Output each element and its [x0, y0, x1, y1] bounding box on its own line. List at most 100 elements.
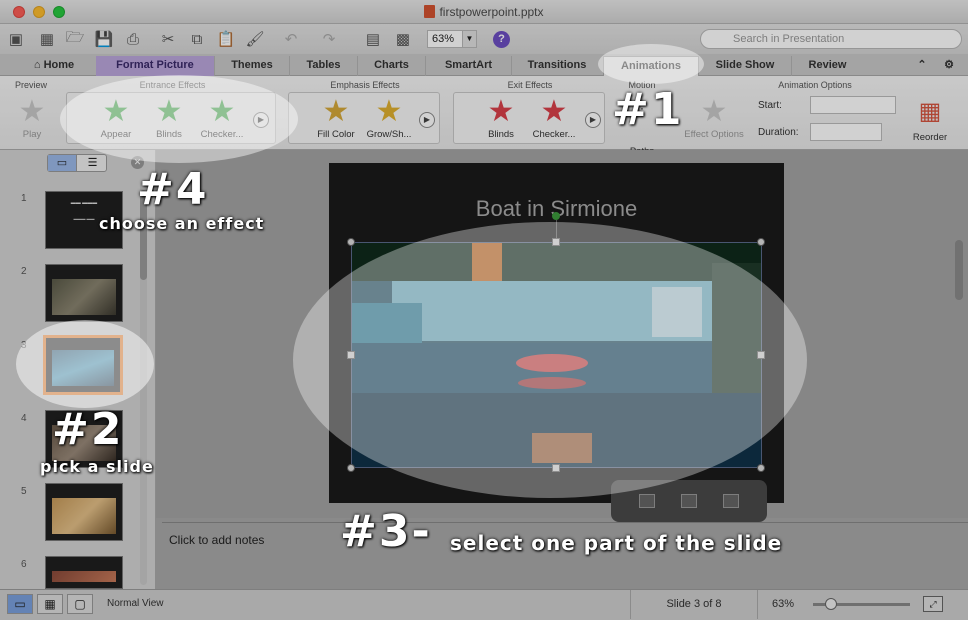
- tab-transitions[interactable]: Transitions: [511, 56, 602, 76]
- normal-view-icon[interactable]: ▭: [7, 594, 33, 614]
- entrance-group-label: Entrance Effects: [139, 80, 206, 90]
- redo-icon[interactable]: ↷: [318, 28, 340, 50]
- tab-format-picture[interactable]: Format Picture: [96, 56, 214, 76]
- notes-pane[interactable]: [162, 522, 968, 589]
- emphasis-group-label: Emphasis Effects: [330, 80, 400, 90]
- format-painter-icon[interactable]: 🖌: [244, 28, 266, 50]
- outline-view-icon[interactable]: ☰: [78, 155, 107, 171]
- slide-thumbnail-6[interactable]: [45, 556, 123, 589]
- checker-star-icon: ★: [208, 95, 236, 128]
- slide-show-icon[interactable]: ▢: [67, 594, 93, 614]
- resize-handle-w[interactable]: [347, 351, 355, 359]
- view-label: Normal View: [107, 598, 164, 609]
- reorder-icon: ▦: [918, 98, 942, 125]
- status-bar: ▭ ▦ ▢ Normal View Slide 3 of 8 63% ⤢: [0, 589, 968, 620]
- boat-photo-image: [352, 243, 761, 467]
- reorder-label: Reorder: [912, 132, 948, 143]
- open-icon[interactable]: 🗁: [64, 28, 86, 50]
- layout-icon[interactable]: ▦: [36, 28, 58, 50]
- paths-icon: ⁝: [639, 104, 645, 120]
- slide-number: 3: [21, 340, 27, 351]
- start-select[interactable]: [810, 96, 896, 114]
- paste-icon[interactable]: 📋: [215, 28, 237, 50]
- effect-grow-shrink[interactable]: ★ Grow/Sh...: [361, 96, 417, 141]
- search-input[interactable]: Search in Presentation: [700, 29, 962, 49]
- boat-photo[interactable]: [351, 242, 762, 468]
- resize-handle-nw[interactable]: [347, 238, 355, 246]
- arrange-icon[interactable]: [723, 494, 739, 508]
- slide-sorter-icon[interactable]: ▦: [37, 594, 63, 614]
- media-browser-icon[interactable]: ▤: [362, 28, 384, 50]
- effect-options-button[interactable]: ★ Effect Options: [678, 95, 750, 141]
- entrance-more-icon[interactable]: ▶: [253, 112, 269, 128]
- resize-handle-e[interactable]: [757, 351, 765, 359]
- slides-pane-scroll-thumb[interactable]: [140, 190, 147, 280]
- blinds-exit-star-icon: ★: [487, 95, 515, 128]
- animations-ribbon: Preview ★ Play Entrance Effects ★ Appear…: [0, 76, 968, 157]
- resize-handle-sw[interactable]: [347, 464, 355, 472]
- save-icon[interactable]: 💾: [93, 28, 115, 50]
- resize-handle-n[interactable]: [552, 238, 560, 246]
- slide-thumbnail-5[interactable]: [45, 483, 123, 541]
- slide-number: 6: [21, 559, 27, 570]
- tab-charts[interactable]: Charts: [357, 56, 425, 76]
- rotation-handle[interactable]: [552, 212, 560, 220]
- effect-fill-color[interactable]: ★ Fill Color: [308, 96, 364, 141]
- editor-scroll-thumb[interactable]: [955, 240, 963, 300]
- effect-blinds-exit[interactable]: ★ Blinds: [473, 95, 529, 141]
- slide-number: 1: [21, 193, 27, 204]
- tab-themes[interactable]: Themes: [214, 56, 289, 76]
- effect-appear[interactable]: ★ Appear: [88, 96, 144, 141]
- pptx-file-icon: [424, 5, 436, 18]
- tab-tables[interactable]: Tables: [289, 56, 357, 76]
- effect-checkerboard-entrance[interactable]: ★ Checker...: [194, 95, 250, 141]
- slides-view-icon[interactable]: ▭: [48, 155, 77, 171]
- exit-more-icon[interactable]: ▶: [585, 112, 601, 128]
- new-slide-icon[interactable]: ▣: [5, 28, 27, 50]
- resize-handle-se[interactable]: [757, 464, 765, 472]
- notes-placeholder[interactable]: Click to add notes: [169, 533, 264, 547]
- copy-icon[interactable]: ⧉: [186, 28, 208, 50]
- effect-blinds-exit-label: Blinds: [488, 129, 514, 140]
- slide-number: 4: [21, 413, 27, 424]
- zoom-dropdown-icon[interactable]: ▼: [462, 30, 477, 48]
- standard-toolbar: ▣ ▦ 🗁 💾 ⎙ ✂ ⧉ 📋 🖌 ↶ ↷ ▤ ▩ 63% ▼ ? ⚲ Sear…: [0, 24, 968, 54]
- slide-thumbnail-3[interactable]: [43, 335, 123, 395]
- slide-thumbnail-2[interactable]: [45, 264, 123, 322]
- resize-handle-ne[interactable]: [757, 238, 765, 246]
- effect-checkerboard-exit[interactable]: ★ Checker...: [526, 96, 582, 141]
- help-icon[interactable]: ?: [493, 31, 510, 48]
- duration-field[interactable]: [810, 123, 882, 141]
- emphasis-more-icon[interactable]: ▶: [419, 112, 435, 128]
- tab-smartart[interactable]: SmartArt: [425, 56, 511, 76]
- slide-thumbnail-4[interactable]: [45, 410, 123, 468]
- thumb-photo: [52, 279, 116, 315]
- thumb-photo: [52, 571, 116, 582]
- reorder-button[interactable]: ▦ Reorder: [902, 96, 958, 143]
- motion-paths-button[interactable]: ⁝ Paths: [614, 96, 670, 157]
- zoom-slider-knob[interactable]: [825, 598, 837, 610]
- print-icon[interactable]: ⎙: [122, 28, 144, 50]
- crop-icon[interactable]: [681, 494, 697, 508]
- effect-options-star-icon: ★: [700, 95, 728, 128]
- tab-animations[interactable]: Animations: [603, 56, 699, 76]
- slide-thumbnail-1[interactable]: ▬▬ ▬▬▬ ▬▬▬ ▬▬: [45, 191, 123, 249]
- tab-slide-show[interactable]: Slide Show: [699, 56, 791, 76]
- exit-group-label: Exit Effects: [507, 80, 553, 90]
- close-pane-icon[interactable]: ✕: [131, 156, 144, 169]
- picture-styles-icon[interactable]: [639, 494, 655, 508]
- collapse-ribbon-icon[interactable]: ⌃: [915, 56, 929, 76]
- ribbon-settings-icon[interactable]: ⚙: [937, 56, 961, 76]
- resize-handle-s[interactable]: [552, 464, 560, 472]
- title-bar: firstpowerpoint.pptx: [0, 0, 968, 24]
- fit-to-window-icon[interactable]: ⤢: [923, 596, 943, 612]
- cut-icon[interactable]: ✂: [157, 28, 179, 50]
- gallery-icon[interactable]: ▩: [392, 28, 414, 50]
- play-button[interactable]: ★ Play: [4, 96, 60, 141]
- effect-checker-entrance-label: Checker...: [200, 129, 244, 140]
- tab-home[interactable]: ⌂ Home: [14, 56, 94, 76]
- picture-quick-toolbar: [611, 480, 767, 522]
- undo-icon[interactable]: ↶: [280, 28, 302, 50]
- effect-blinds-entrance[interactable]: ★ Blinds: [141, 96, 197, 141]
- tab-review[interactable]: Review: [791, 56, 863, 76]
